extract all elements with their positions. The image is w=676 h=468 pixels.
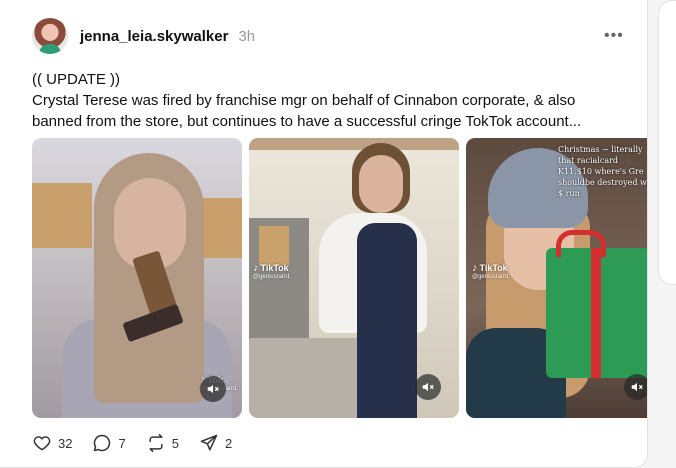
comment-button[interactable]: 7 [92, 433, 126, 453]
post-text-line: banned from the store, but continues to … [32, 113, 582, 130]
repost-button[interactable]: 5 [146, 433, 179, 453]
ellipsis-icon[interactable]: ••• [604, 27, 624, 45]
side-panel [658, 0, 676, 285]
mute-icon[interactable] [200, 376, 226, 402]
comment-icon [94, 434, 111, 452]
comment-count: 7 [118, 435, 126, 451]
scene-shape [259, 226, 289, 266]
page: jenna_leia.skywalker 3h ••• (( UPDATE ))… [0, 0, 676, 468]
tiktok-logo-icon: ♪ [253, 262, 259, 274]
scene-shape [32, 183, 92, 248]
share-icon [200, 434, 218, 451]
tiktok-logo-icon: ♪ [472, 262, 478, 274]
repost-count: 5 [171, 435, 179, 451]
scene-shape [307, 143, 427, 418]
mute-icon[interactable] [624, 374, 647, 400]
video-thumbnail-3[interactable]: Christmas ~ literally that racialcard K1… [466, 138, 647, 418]
post-text-line: Crystal Terese was fired by franchise mg… [32, 92, 576, 109]
tiktok-handle: @geniusrain1 [472, 274, 510, 280]
avatar[interactable] [32, 18, 68, 54]
scene-shape [591, 248, 601, 378]
video-thumbnail-1[interactable]: ♪Tok @geniusrain1 [32, 138, 242, 418]
post-text-line: (( UPDATE )) [32, 71, 121, 88]
media-carousel[interactable]: ♪Tok @geniusrain1 ♪T [32, 138, 647, 418]
post-card: jenna_leia.skywalker 3h ••• (( UPDATE ))… [0, 0, 648, 468]
video-overlay-text: Christmas ~ literally that racialcard K1… [558, 145, 647, 198]
post-actions: 32 7 5 2 [32, 433, 252, 453]
like-count: 32 [58, 435, 73, 451]
mute-icon[interactable] [415, 374, 441, 400]
post-body: (( UPDATE )) Crystal Terese was fired by… [32, 69, 622, 132]
share-count: 2 [224, 435, 233, 451]
tiktok-label: TikTok [260, 263, 289, 273]
share-button[interactable]: 2 [199, 433, 232, 453]
username[interactable]: jenna_leia.skywalker [80, 28, 228, 45]
tiktok-watermark: ♪ TikTok @geniusrain1 [253, 262, 290, 280]
tiktok-label: TikTok [479, 263, 508, 273]
heart-icon [33, 436, 51, 451]
post-timestamp[interactable]: 3h [238, 28, 255, 45]
repost-icon [149, 433, 163, 453]
video-thumbnail-2[interactable]: ♪ TikTok @geniusrain1 [249, 138, 459, 418]
post-header: jenna_leia.skywalker 3h [32, 16, 255, 56]
tiktok-handle: @geniusrain1 [253, 274, 291, 280]
tiktok-watermark: ♪ TikTok @geniusrain1 [472, 262, 509, 280]
like-button[interactable]: 32 [32, 433, 72, 453]
